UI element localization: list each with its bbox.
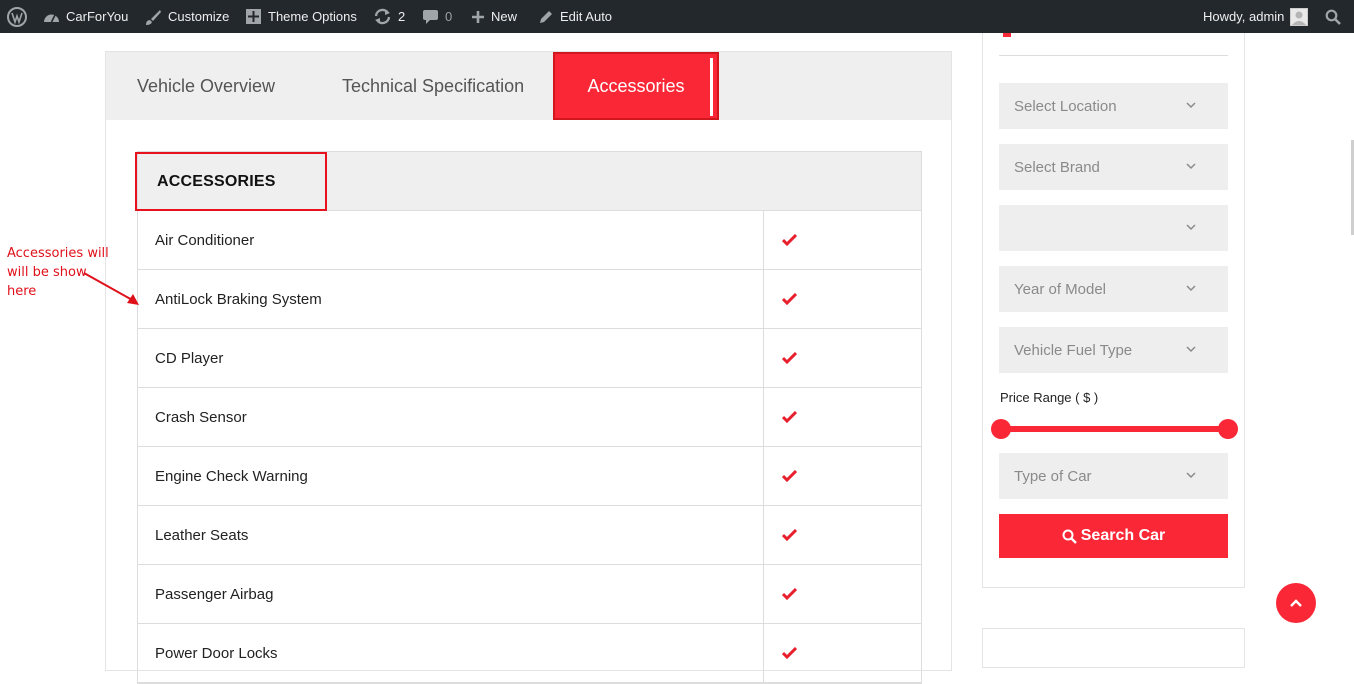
site-name-link[interactable]: CarForYou: [43, 0, 128, 33]
check-icon: [782, 352, 797, 364]
select-type-of-car[interactable]: Type of Car: [999, 453, 1228, 499]
brush-icon: [146, 9, 161, 25]
sidebar-filter-panel: Select Location Select Brand Year of Mod…: [982, 33, 1245, 588]
check-icon: [782, 234, 797, 246]
admin-search-button[interactable]: [1325, 0, 1341, 33]
dashboard-icon: [44, 14, 59, 22]
search-car-button[interactable]: Search Car: [999, 514, 1228, 558]
table-row: Power Door Locks: [138, 624, 921, 683]
table-row: Engine Check Warning: [138, 447, 921, 506]
accessory-name: AntiLock Braking System: [138, 270, 764, 328]
sidebar-heading-accent: [1003, 33, 1011, 37]
accessory-name: Engine Check Warning: [138, 447, 764, 505]
select-location[interactable]: Select Location: [999, 83, 1228, 129]
table-row: CD Player: [138, 329, 921, 388]
select-year-label: Year of Model: [1014, 280, 1107, 298]
table-row: AntiLock Braking System: [138, 270, 921, 329]
accessories-heading-highlight: ACCESSORIES: [135, 152, 327, 211]
theme-options-icon: [246, 9, 261, 24]
accessory-name: Crash Sensor: [138, 388, 764, 446]
chevron-down-icon: [1186, 224, 1196, 231]
my-account-link[interactable]: Howdy, admin: [1203, 0, 1309, 33]
table-row: Leather Seats: [138, 506, 921, 565]
accessories-heading: ACCESSORIES: [157, 172, 276, 190]
new-label: New: [491, 9, 518, 24]
select-location-label: Select Location: [1014, 97, 1117, 115]
tab-vehicle-overview[interactable]: Vehicle Overview: [137, 52, 275, 120]
pencil-icon: [540, 10, 552, 23]
chevron-down-icon: [1186, 285, 1196, 292]
accessory-name: CD Player: [138, 329, 764, 387]
table-row: Crash Sensor: [138, 388, 921, 447]
chevron-down-icon: [1186, 163, 1196, 170]
wordpress-logo-button[interactable]: [7, 0, 27, 33]
comments-link[interactable]: 0: [422, 0, 452, 33]
check-icon: [782, 470, 797, 482]
site-name: CarForYou: [66, 9, 129, 24]
plus-icon: [472, 10, 484, 23]
annotation-line-1: Accessories will: [7, 246, 109, 261]
avatar: [1290, 7, 1309, 26]
comment-icon: [423, 9, 438, 24]
user-avatar-icon: [1292, 11, 1307, 25]
check-icon: [782, 411, 797, 423]
chevron-down-icon: [1186, 472, 1196, 479]
select-year-of-model[interactable]: Year of Model: [999, 266, 1228, 312]
accessory-name: Air Conditioner: [138, 211, 764, 269]
tab-technical-specification[interactable]: Technical Specification: [342, 52, 524, 120]
accessory-name: Leather Seats: [138, 506, 764, 564]
select-brand-label: Select Brand: [1014, 158, 1100, 176]
updates-icon: [374, 8, 391, 25]
price-range-min-handle[interactable]: [991, 419, 1011, 439]
price-range-label: Price Range ( $ ): [1000, 390, 1099, 405]
customize-link[interactable]: Customize: [144, 0, 229, 33]
tab-bar: Vehicle Overview Technical Specification…: [106, 52, 951, 120]
tab-accessories-label: Accessories: [587, 75, 685, 96]
select-fuel-type[interactable]: Vehicle Fuel Type: [999, 327, 1228, 373]
table-row: Passenger Airbag: [138, 565, 921, 624]
accessories-table: ACCESSORIES Air Conditioner AntiLock Bra…: [135, 151, 922, 684]
chevron-up-icon: [1290, 599, 1302, 607]
scroll-to-top-button[interactable]: [1276, 583, 1316, 623]
customize-label: Customize: [168, 9, 230, 24]
check-icon: [782, 529, 797, 541]
check-icon: [782, 293, 797, 305]
search-car-label: Search Car: [1080, 527, 1166, 544]
tab-accessories[interactable]: Accessories: [553, 52, 719, 120]
theme-options-label: Theme Options: [268, 9, 357, 24]
table-row: Air Conditioner: [138, 211, 921, 270]
search-icon: [1062, 529, 1077, 544]
edit-auto-label: Edit Auto: [560, 9, 613, 24]
admin-bar: CarForYou Customize Theme Options 2 0 Ne…: [0, 0, 1354, 33]
check-icon: [782, 647, 797, 659]
search-icon: [1325, 9, 1341, 25]
howdy-greeting: Howdy, admin: [1203, 9, 1285, 24]
price-range-max-handle[interactable]: [1218, 419, 1238, 439]
edit-auto-link[interactable]: Edit Auto: [538, 0, 612, 33]
vehicle-details-panel: Vehicle Overview Technical Specification…: [105, 51, 952, 684]
price-range-track[interactable]: [1001, 426, 1229, 432]
chevron-down-icon: [1186, 346, 1196, 353]
select-model[interactable]: [999, 205, 1228, 251]
select-brand[interactable]: Select Brand: [999, 144, 1228, 190]
accessory-name: Passenger Airbag: [138, 565, 764, 623]
updates-link[interactable]: 2: [373, 0, 405, 33]
comments-count: 0: [445, 9, 453, 24]
accessory-name: Power Door Locks: [138, 624, 764, 682]
updates-count: 2: [398, 9, 406, 24]
wordpress-icon: [7, 6, 27, 27]
theme-options-link[interactable]: Theme Options: [245, 0, 357, 33]
new-content-link[interactable]: New: [471, 0, 517, 33]
annotation-arrow-icon: [83, 272, 139, 305]
accessories-table-header: ACCESSORIES: [135, 152, 921, 211]
select-type-label: Type of Car: [1014, 467, 1092, 485]
select-fuel-label: Vehicle Fuel Type: [1014, 341, 1133, 359]
check-icon: [782, 588, 797, 600]
sidebar-divider: [999, 55, 1228, 56]
tab-highlight-edge: [710, 58, 713, 116]
sidebar-secondary-panel: [982, 628, 1245, 668]
chevron-down-icon: [1186, 102, 1196, 109]
